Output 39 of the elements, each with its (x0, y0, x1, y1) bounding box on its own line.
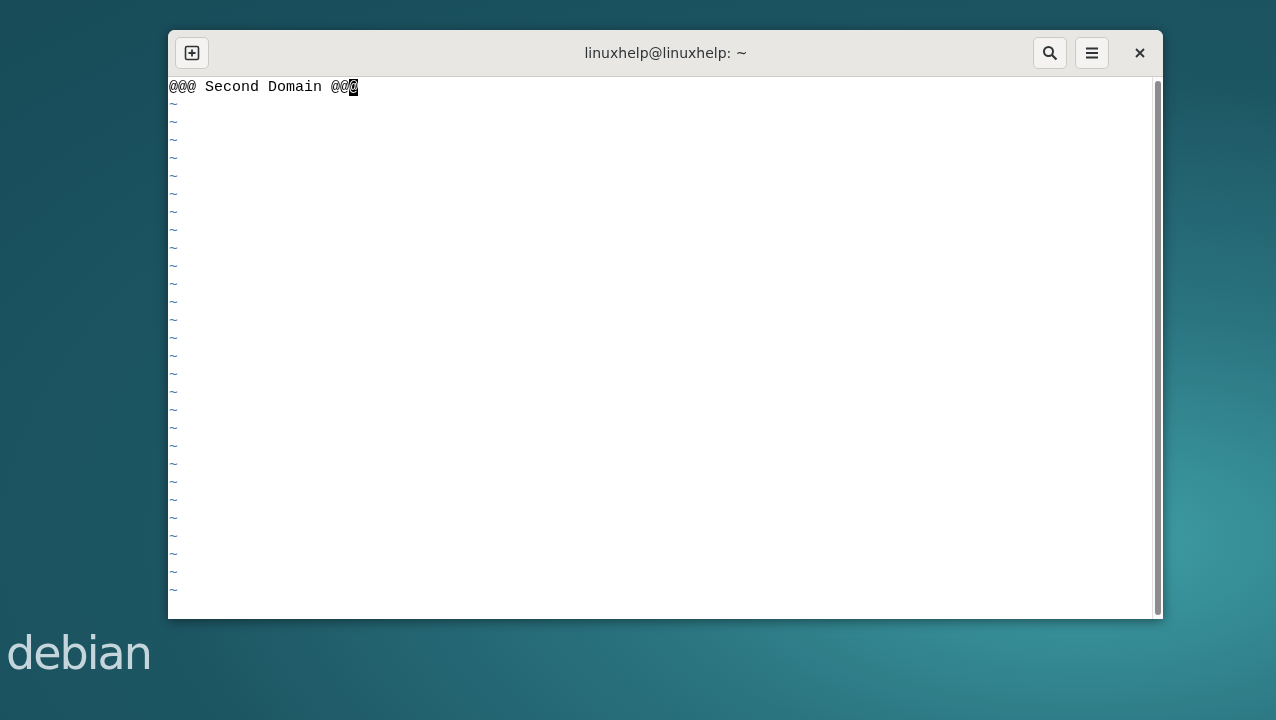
menu-icon (1085, 47, 1099, 59)
empty-line-marker: ~ (169, 349, 178, 366)
empty-line-marker: ~ (169, 115, 178, 132)
empty-line-marker: ~ (169, 493, 178, 510)
empty-line-marker: ~ (169, 97, 178, 114)
close-icon (1135, 48, 1145, 58)
empty-line-marker: ~ (169, 241, 178, 258)
empty-line-marker: ~ (169, 385, 178, 402)
empty-line-marker: ~ (169, 439, 178, 456)
desktop-logo-text: debian (6, 628, 151, 679)
search-button[interactable] (1033, 37, 1067, 69)
empty-line-marker: ~ (169, 565, 178, 582)
empty-line-marker: ~ (169, 151, 178, 168)
empty-line-marker: ~ (169, 331, 178, 348)
empty-line-marker: ~ (169, 367, 178, 384)
empty-line-marker: ~ (169, 277, 178, 294)
empty-line-marker: ~ (169, 205, 178, 222)
empty-line-marker: ~ (169, 259, 178, 276)
menu-button[interactable] (1075, 37, 1109, 69)
search-icon (1042, 45, 1058, 61)
empty-line-marker: ~ (169, 529, 178, 546)
scrollbar[interactable] (1152, 77, 1163, 619)
empty-line-marker: ~ (169, 187, 178, 204)
empty-line-marker: ~ (169, 169, 178, 186)
text-cursor: @ (349, 79, 359, 96)
new-tab-icon (184, 45, 200, 61)
empty-line-marker: ~ (169, 403, 178, 420)
new-tab-button[interactable] (175, 37, 209, 69)
empty-line-marker: ~ (169, 511, 178, 528)
empty-line-marker: ~ (169, 457, 178, 474)
empty-line-marker: ~ (169, 295, 178, 312)
empty-line-marker: ~ (169, 547, 178, 564)
empty-line-marker: ~ (169, 223, 178, 240)
empty-line-marker: ~ (169, 313, 178, 330)
empty-line-marker: ~ (169, 583, 178, 600)
empty-line-marker: ~ (169, 475, 178, 492)
empty-line-marker: ~ (169, 421, 178, 438)
empty-line-marker: ~ (169, 133, 178, 150)
window-title: linuxhelp@linuxhelp: ~ (583, 45, 749, 61)
